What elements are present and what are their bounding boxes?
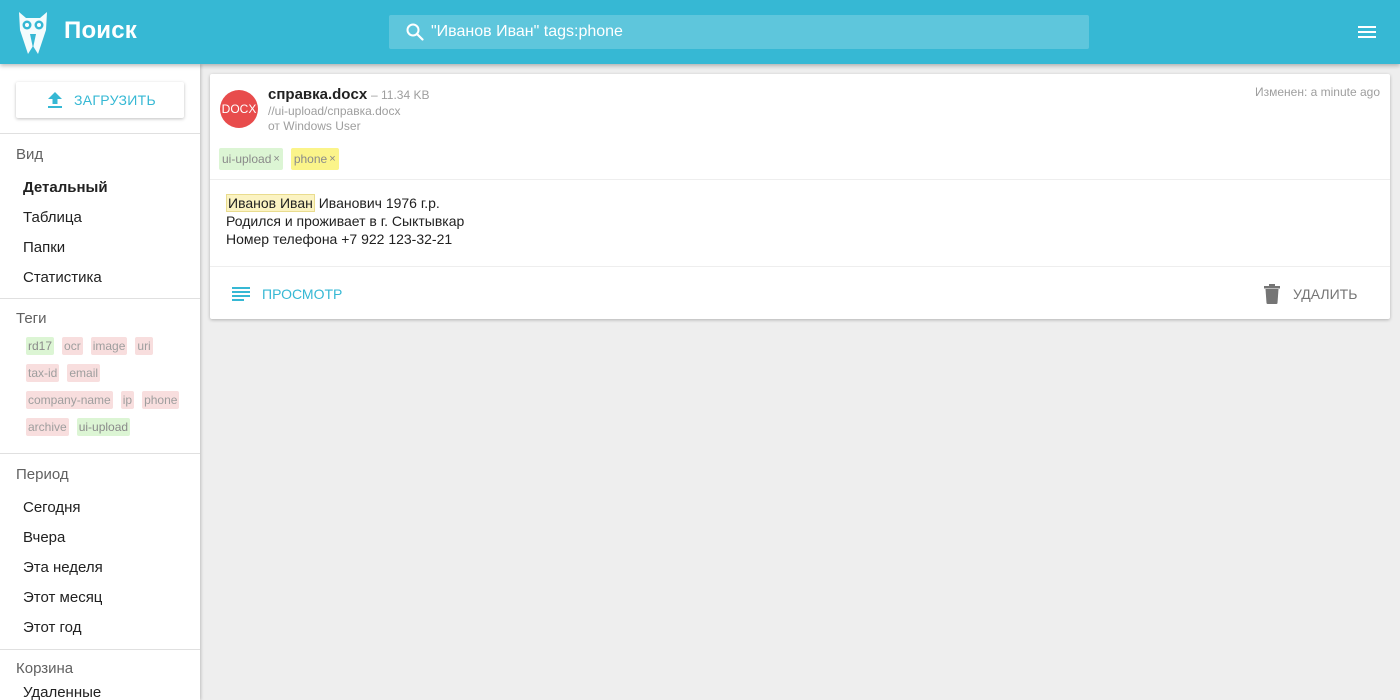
section-title-trash: Корзина [16,660,74,677]
nav-item-this-week[interactable]: Эта неделя [23,559,103,576]
nav-item-detailed[interactable]: Детальный [23,179,108,196]
owl-logo-icon[interactable] [16,8,50,56]
tag-archive[interactable]: archive [26,418,69,436]
tag-image[interactable]: image [90,337,128,355]
nav-item-statistics[interactable]: Статистика [23,269,102,286]
tag-ui-upload[interactable]: ui-upload [76,418,131,436]
content-snippet: Иванов Иван Иванович 1976 г.р. Родился и… [226,194,464,248]
app-header: Поиск "Иванов Иван" tags:phone [0,0,1400,64]
tag-uri[interactable]: uri [135,337,153,355]
nav-item-folders[interactable]: Папки [23,239,65,256]
nav-item-this-month[interactable]: Этот месяц [23,589,102,606]
file-tag-ui-upload[interactable]: ui-upload × [219,148,283,170]
divider [210,179,1390,180]
search-icon [406,23,424,41]
divider [210,266,1390,267]
file-tag-label: ui-upload [222,152,272,166]
nav-item-deleted[interactable]: Удаленные [23,684,101,700]
nav-item-today[interactable]: Сегодня [23,499,81,516]
tag-tax-id[interactable]: tax-id [26,364,60,382]
nav-item-this-year[interactable]: Этот год [23,619,81,636]
hamburger-menu-icon[interactable] [1357,24,1377,40]
file-tag-label: phone [293,152,328,166]
sidebar: ЗАГРУЗИТЬ Вид Детальный Таблица Папки Ст… [0,64,200,700]
remove-tag-icon[interactable]: × [329,151,335,167]
tag-company-name[interactable]: company-name [26,391,113,409]
tag-email[interactable]: email [67,364,101,382]
file-tag-phone[interactable]: phone × [290,148,339,170]
search-input[interactable]: "Иванов Иван" tags:phone [431,23,623,41]
section-title-tags: Теги [16,310,47,327]
app-title: Поиск [64,17,138,44]
modified-time: Изменен: a minute ago [1254,85,1380,99]
divider [0,298,200,299]
section-title-period: Период [16,466,69,483]
tag-cloud: rd17 ocr image uri tax-id email company-… [26,337,196,445]
divider [0,649,200,650]
delete-button-label: УДАЛИТЬ [1293,286,1358,302]
preview-button-label: ПРОСМОТР [262,286,343,302]
tag-phone[interactable]: phone [142,391,180,409]
nav-item-table[interactable]: Таблица [23,209,82,226]
nav-item-yesterday[interactable]: Вчера [23,529,65,546]
divider [0,453,200,454]
upload-button[interactable]: ЗАГРУЗИТЬ [16,82,184,118]
search-bar[interactable]: "Иванов Иван" tags:phone [389,15,1089,49]
upload-icon [48,92,62,108]
file-tags: ui-upload × phone × [219,148,339,170]
remove-tag-icon[interactable]: × [273,151,279,167]
snippet-line: Иванов Иван Иванович 1976 г.р. [226,194,464,212]
tag-rd17[interactable]: rd17 [26,337,55,355]
delete-button[interactable]: УДАЛИТЬ [1264,282,1374,304]
snippet-line: Номер телефона +7 922 123-32-21 [226,231,453,247]
upload-button-label: ЗАГРУЗИТЬ [74,92,156,108]
tag-ip[interactable]: ip [120,391,135,409]
search-result-card: DOCX справка.docx – 11.34 KB //ui-upload… [210,74,1390,319]
file-author: от Windows User [268,119,361,133]
snippet-line: Родился и проживает в г. Сыктывкар [226,213,465,229]
file-name-link[interactable]: справка.docx [268,86,367,103]
search-highlight: Иванов Иван [226,194,315,212]
snippet-text: Иванович 1976 г.р. [314,195,440,211]
trash-icon [1264,284,1280,304]
tag-ocr[interactable]: ocr [62,337,83,355]
file-path: //ui-upload/справка.docx [268,104,401,118]
file-type-avatar: DOCX [220,90,258,128]
divider [0,133,200,134]
text-lines-icon [232,287,250,301]
section-title-view: Вид [16,146,44,163]
file-size: – 11.34 KB [371,88,430,102]
